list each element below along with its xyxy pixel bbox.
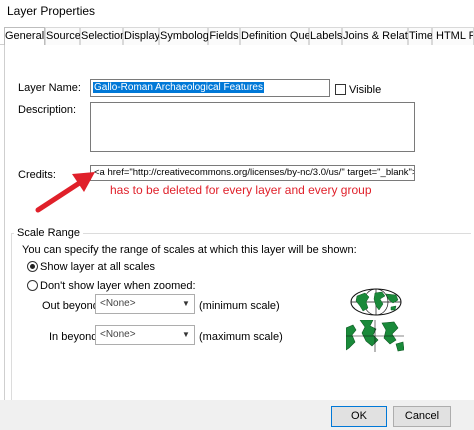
out-beyond-label: Out beyond:: [42, 300, 102, 312]
in-beyond-combo[interactable]: <None> ▼: [95, 325, 195, 345]
radio-show-all-label: Show layer at all scales: [40, 261, 155, 273]
cancel-button[interactable]: Cancel: [393, 406, 451, 427]
out-beyond-value: <None>: [100, 298, 136, 309]
scale-range-title: Scale Range: [14, 227, 83, 239]
in-beyond-hint: (maximum scale): [199, 331, 283, 343]
out-beyond-hint: (minimum scale): [199, 300, 280, 312]
ok-button[interactable]: OK: [331, 406, 387, 427]
chevron-down-icon: ▼: [182, 330, 190, 339]
in-beyond-value: <None>: [100, 329, 136, 340]
scale-range-group: [11, 233, 471, 401]
annotation-text: has to be deleted for every layer and ev…: [110, 183, 372, 197]
radio-dont-show-zoomed[interactable]: [27, 280, 38, 291]
radio-show-all-scales[interactable]: [27, 261, 38, 272]
zoomed-map-icon: [346, 320, 404, 352]
chevron-down-icon: ▼: [182, 299, 190, 308]
globe-icon: [350, 288, 402, 316]
radio-dont-show-label: Don't show layer when zoomed:: [40, 280, 196, 292]
scale-range-intro: You can specify the range of scales at w…: [22, 244, 357, 256]
out-beyond-combo[interactable]: <None> ▼: [95, 294, 195, 314]
radio-dot: [30, 264, 35, 269]
in-beyond-label: In beyond:: [49, 331, 101, 343]
